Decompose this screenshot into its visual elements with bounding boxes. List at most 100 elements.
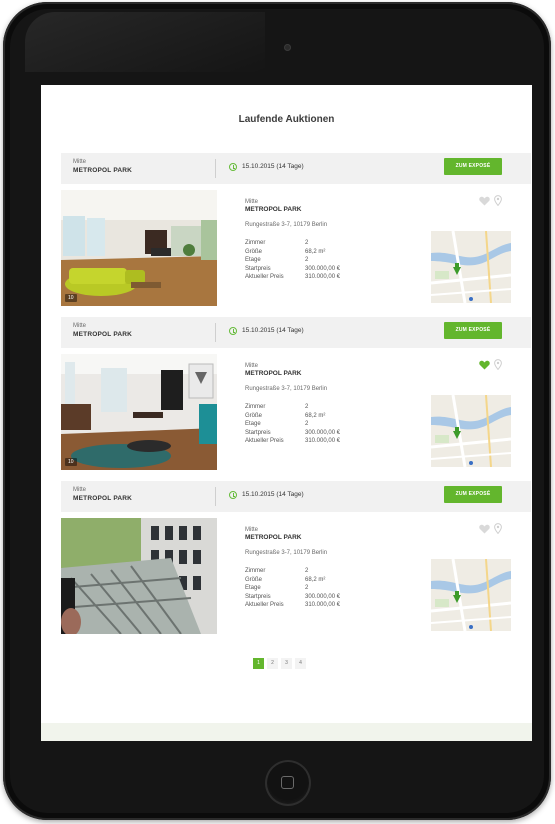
- spec-label: Zimmer: [245, 404, 266, 410]
- spec-label: Aktueller Preis: [245, 438, 284, 444]
- spec-value: 2: [305, 257, 309, 263]
- listing-actions: [479, 359, 509, 370]
- info-name: METROPOL PARK: [245, 370, 302, 377]
- page-button-3[interactable]: 3: [281, 658, 292, 669]
- photo-count-badge: 10: [65, 458, 77, 466]
- spec-value: 300.000,00 €: [305, 265, 341, 272]
- photo-count-badge: 10: [65, 294, 77, 302]
- listing-name[interactable]: METROPOL PARK: [73, 167, 132, 174]
- listing-district: Mitte: [73, 159, 87, 165]
- location-map[interactable]: [431, 395, 511, 467]
- info-name: METROPOL PARK: [245, 206, 302, 213]
- spec-label: Startpreis: [245, 429, 271, 436]
- home-square-icon: [281, 776, 294, 789]
- location-map[interactable]: [431, 559, 511, 631]
- heart-icon[interactable]: [479, 524, 490, 534]
- listing-photo[interactable]: 10: [61, 190, 217, 306]
- listing-address: Rungestraße 3-7, 10179 Berlin: [245, 386, 328, 392]
- spec-row: Zimmer 2: [245, 403, 425, 412]
- divider: [215, 323, 216, 342]
- info-name: METROPOL PARK: [245, 534, 302, 541]
- home-button[interactable]: [265, 760, 311, 806]
- listing-info: Mitte METROPOL PARK Rungestraße 3-7, 101…: [245, 199, 425, 282]
- spec-value: 310.000,00 €: [305, 602, 341, 608]
- spec-label: Startpreis: [245, 265, 271, 272]
- front-camera: [284, 44, 291, 51]
- auction-listing: Mitte METROPOL PARK 15.10.2015 (14 Tage)…: [61, 317, 531, 477]
- auction-listing: Mitte METROPOL PARK 15.10.2015 (14 Tage)…: [61, 153, 531, 313]
- listing-address: Rungestraße 3-7, 10179 Berlin: [245, 222, 328, 228]
- info-district: Mitte: [245, 527, 259, 533]
- spec-value: 68,2 m²: [305, 412, 326, 419]
- location-pin-icon[interactable]: [494, 195, 502, 206]
- clock-icon: [229, 491, 237, 499]
- location-map[interactable]: [431, 231, 511, 303]
- spec-value: 2: [305, 421, 309, 427]
- spec-row: Zimmer 2: [245, 239, 425, 248]
- divider: [215, 159, 216, 178]
- clock-icon: [229, 327, 237, 335]
- location-pin-icon[interactable]: [494, 359, 502, 370]
- spec-row: Etage 2: [245, 420, 425, 429]
- auction-end-date: 15.10.2015 (14 Tage): [242, 327, 304, 334]
- listing-photo[interactable]: [61, 518, 217, 634]
- location-pin-icon[interactable]: [494, 523, 502, 534]
- page-button-4[interactable]: 4: [295, 658, 306, 669]
- spec-row: Aktueller Preis 310.000,00 €: [245, 601, 425, 610]
- page-button-2[interactable]: 2: [267, 658, 278, 669]
- spec-label: Startpreis: [245, 593, 271, 600]
- auction-end-date: 15.10.2015 (14 Tage): [242, 491, 304, 498]
- spec-label: Zimmer: [245, 568, 266, 574]
- listing-info: Mitte METROPOL PARK Rungestraße 3-7, 101…: [245, 527, 425, 610]
- spec-table: Zimmer 2 Größe 68,2 m² Etage 2 Startpreis 30…: [245, 239, 425, 282]
- listing-district: Mitte: [73, 323, 87, 329]
- listing-photo[interactable]: 10: [61, 354, 217, 470]
- spec-row: Größe 68,2 m²: [245, 248, 425, 257]
- listing-address: Rungestraße 3-7, 10179 Berlin: [245, 550, 328, 556]
- spec-label: Etage: [245, 585, 261, 591]
- listing-name[interactable]: METROPOL PARK: [73, 495, 132, 502]
- spec-value: 2: [305, 240, 309, 246]
- info-district: Mitte: [245, 199, 259, 205]
- bezel-highlight: [25, 12, 265, 72]
- pagination: 1 2 3 4: [253, 658, 306, 669]
- listing-header-bar: Mitte METROPOL PARK 15.10.2015 (14 Tage)…: [61, 317, 531, 348]
- spec-value: 68,2 m²: [305, 248, 326, 255]
- spec-row: Aktueller Preis 310.000,00 €: [245, 273, 425, 282]
- spec-value: 310.000,00 €: [305, 438, 341, 444]
- spec-row: Etage 2: [245, 584, 425, 593]
- spec-table: Zimmer 2 Größe 68,2 m² Etage 2 Startpreis 30…: [245, 403, 425, 446]
- expose-button[interactable]: ZUM EXPOSÉ: [444, 322, 502, 339]
- expose-button[interactable]: ZUM EXPOSÉ: [444, 158, 502, 175]
- listing-header-bar: Mitte METROPOL PARK 15.10.2015 (14 Tage)…: [61, 153, 531, 184]
- listing-name[interactable]: METROPOL PARK: [73, 331, 132, 338]
- spec-value: 68,2 m²: [305, 576, 326, 583]
- spec-value: 300.000,00 €: [305, 593, 341, 600]
- listing-header-bar: Mitte METROPOL PARK 15.10.2015 (14 Tage)…: [61, 481, 531, 512]
- spec-value: 2: [305, 568, 309, 574]
- page-footer: [41, 723, 532, 741]
- info-district: Mitte: [245, 363, 259, 369]
- page-button-1[interactable]: 1: [253, 658, 264, 669]
- auction-listing: Mitte METROPOL PARK 15.10.2015 (14 Tage)…: [61, 481, 531, 641]
- spec-label: Etage: [245, 257, 261, 263]
- heart-icon[interactable]: [479, 196, 490, 206]
- listing-district: Mitte: [73, 487, 87, 493]
- spec-label: Größe: [245, 412, 263, 419]
- screen: Laufende Auktionen Mitte METROPOL PARK 1…: [41, 85, 532, 741]
- spec-row: Etage 2: [245, 256, 425, 265]
- clock-icon: [229, 163, 237, 171]
- spec-label: Aktueller Preis: [245, 274, 284, 280]
- auction-end-date: 15.10.2015 (14 Tage): [242, 163, 304, 170]
- spec-row: Startpreis 300.000,00 €: [245, 265, 425, 274]
- spec-label: Zimmer: [245, 240, 266, 246]
- spec-row: Zimmer 2: [245, 567, 425, 576]
- spec-row: Größe 68,2 m²: [245, 412, 425, 421]
- divider: [215, 487, 216, 506]
- spec-value: 300.000,00 €: [305, 429, 341, 436]
- spec-label: Etage: [245, 421, 261, 427]
- heart-icon[interactable]: [479, 360, 490, 370]
- spec-row: Startpreis 300.000,00 €: [245, 593, 425, 602]
- expose-button[interactable]: ZUM EXPOSÉ: [444, 486, 502, 503]
- spec-row: Startpreis 300.000,00 €: [245, 429, 425, 438]
